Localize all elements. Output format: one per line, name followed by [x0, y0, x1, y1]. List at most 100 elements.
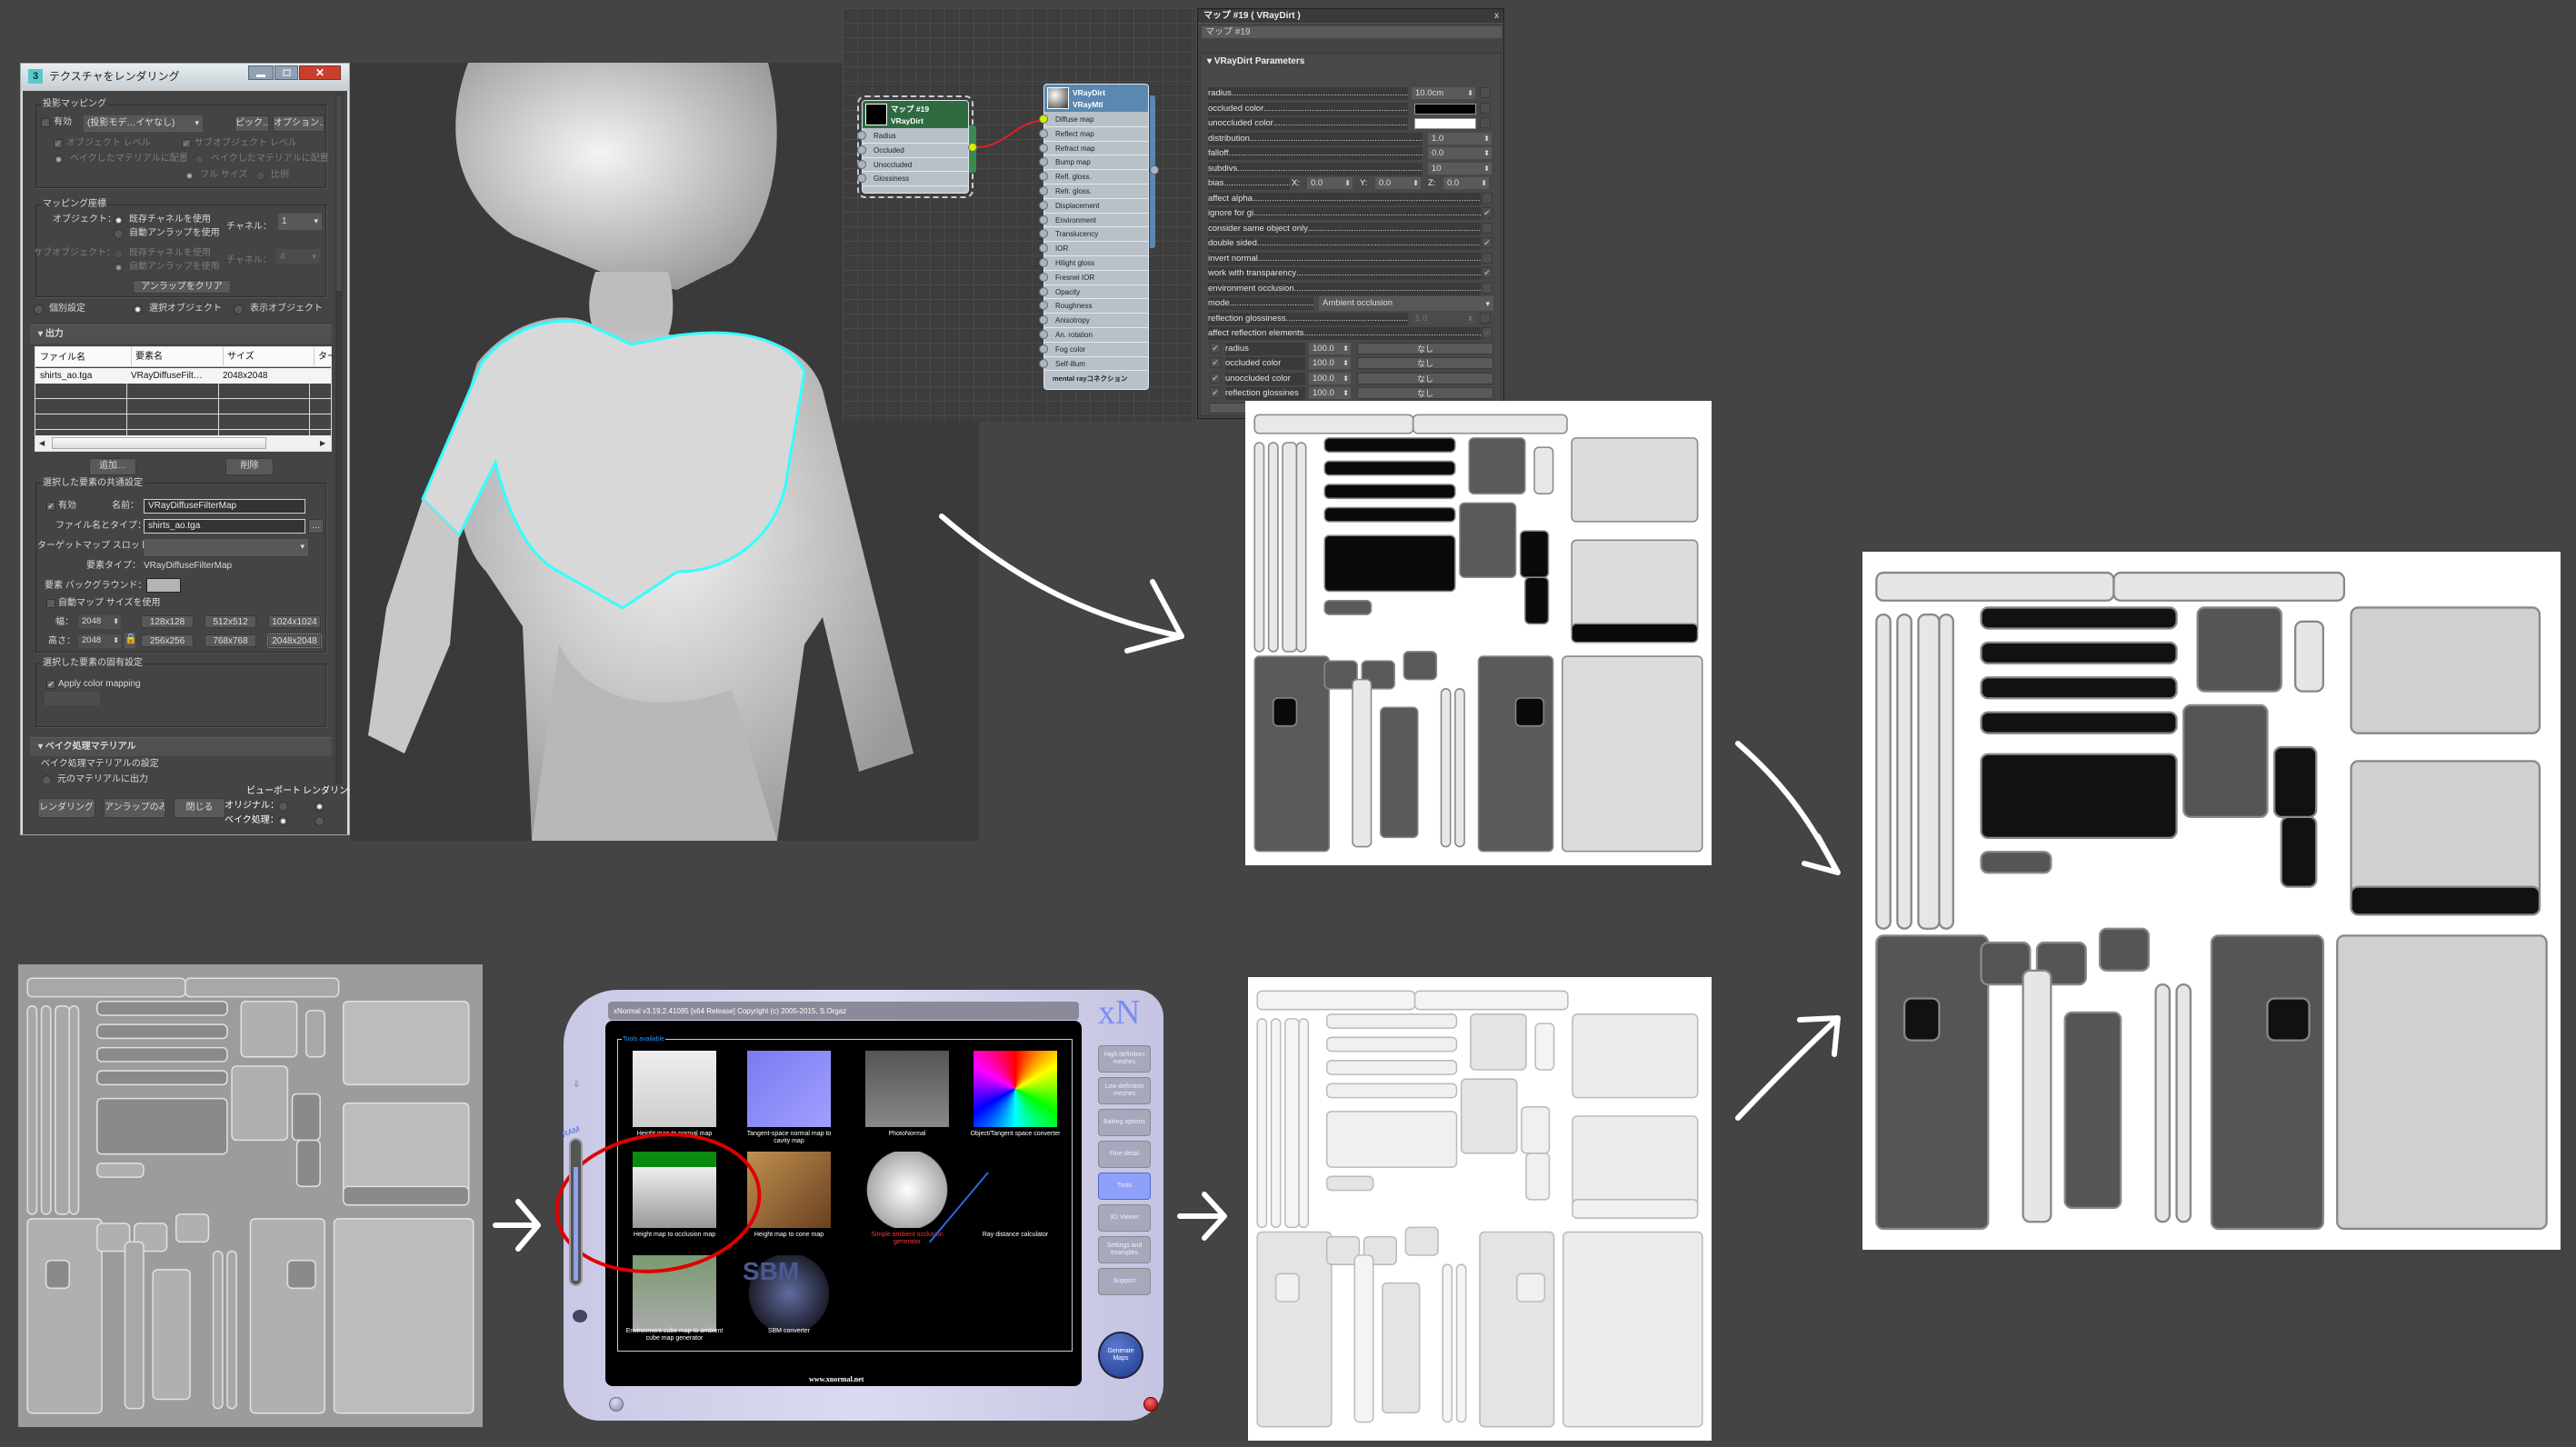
- individual-radio[interactable]: [34, 304, 44, 314]
- minimize-orb-button[interactable]: [609, 1397, 624, 1412]
- node-input-row[interactable]: Refract map: [1044, 142, 1148, 156]
- sub-channel-spinner[interactable]: 4: [276, 249, 320, 264]
- input-socket[interactable]: [857, 145, 866, 155]
- clear-unwrap-button[interactable]: アンラップをクリア: [133, 280, 231, 294]
- node-input-row[interactable]: Bump map: [1044, 155, 1148, 171]
- tool-tile[interactable]: Height map to normal map: [625, 1047, 724, 1143]
- output-rollout-header[interactable]: [30, 324, 332, 344]
- input-socket[interactable]: [1039, 286, 1048, 296]
- object-level-checkbox[interactable]: ✔: [54, 139, 63, 148]
- nav-button-high-definition-meshes[interactable]: High definition meshes: [1098, 1045, 1151, 1073]
- output-socket[interactable]: [968, 143, 977, 152]
- unwrap-only-button[interactable]: アンラップのみ: [104, 798, 165, 818]
- preset-1024-button[interactable]: 1024x1024: [268, 615, 321, 628]
- target-map-slot-dropdown[interactable]: [144, 539, 308, 556]
- apply-color-mapping-checkbox[interactable]: ✔: [46, 680, 55, 689]
- vraydirt-map-node[interactable]: マップ #19 VRayDirt Radius Occluded Unocclude…: [857, 95, 977, 198]
- input-socket[interactable]: [1039, 115, 1048, 124]
- nav-button-tools[interactable]: Tools: [1098, 1173, 1151, 1200]
- minimize-button[interactable]: [248, 65, 274, 80]
- node-input-row[interactable]: Refr. gloss.: [1044, 185, 1148, 199]
- map-slot-button[interactable]: [1480, 117, 1491, 128]
- preset-768-button[interactable]: 768x768: [205, 634, 256, 647]
- render-button[interactable]: レンダリング: [37, 798, 95, 818]
- map-amount-spinner[interactable]: 100.0: [1309, 342, 1351, 354]
- preset-256-button[interactable]: 256x256: [141, 634, 194, 647]
- bias-x-spinner[interactable]: 0.0: [1307, 177, 1353, 189]
- channel-dropdown[interactable]: 1: [278, 214, 322, 230]
- browse-button[interactable]: …: [308, 519, 324, 534]
- baked-viewport-radio[interactable]: [278, 816, 288, 826]
- node-input-row[interactable]: IOR: [1044, 242, 1148, 256]
- generate-maps-button[interactable]: Generate Maps: [1098, 1332, 1143, 1379]
- nav-button-low-definition-meshes[interactable]: Low definition meshes: [1098, 1077, 1151, 1104]
- slate-material-editor-view[interactable]: マップ #19 VRayDirt Radius Occluded Unocclude…: [843, 8, 1194, 422]
- param-spinner[interactable]: 1.0: [1428, 132, 1492, 145]
- param-checkbox[interactable]: [1482, 222, 1493, 234]
- node-input-row[interactable]: Glossiness: [863, 172, 968, 187]
- input-socket[interactable]: [1039, 200, 1048, 210]
- map-slot-button[interactable]: [1480, 312, 1491, 324]
- map-enable-checkbox[interactable]: ✔: [1210, 357, 1221, 368]
- map-slot-button[interactable]: [1480, 87, 1491, 98]
- map-amount-spinner[interactable]: 100.0: [1309, 372, 1351, 384]
- dialog-scrollbar[interactable]: [335, 94, 343, 826]
- node-input-row[interactable]: Self-illum: [1044, 357, 1148, 372]
- panel-close-icon[interactable]: x: [1494, 11, 1499, 22]
- projection-enable-checkbox[interactable]: [41, 118, 50, 127]
- close-button[interactable]: 閉じる: [174, 798, 225, 818]
- node-input-row[interactable]: Reflect map: [1044, 127, 1148, 142]
- proportional-radio[interactable]: [255, 171, 265, 181]
- selected-objects-radio[interactable]: [133, 304, 143, 314]
- nav-button-fine-detail[interactable]: Fine detail: [1098, 1141, 1151, 1168]
- tool-tile[interactable]: Simple ambient occlusion generator: [858, 1148, 956, 1245]
- param-checkbox[interactable]: ✔: [1482, 327, 1493, 338]
- use-existing-channel-radio[interactable]: [114, 215, 124, 225]
- scroll-right-icon[interactable]: ▶: [320, 438, 325, 449]
- map-slot-button[interactable]: なし: [1357, 342, 1493, 354]
- tool-tile[interactable]: Ray distance calculator: [966, 1148, 1064, 1244]
- node-input-row[interactable]: Anisotropy: [1044, 314, 1148, 328]
- filename-field[interactable]: shirts_ao.tga: [144, 519, 305, 534]
- param-checkbox[interactable]: ✔: [1482, 237, 1493, 248]
- tool-tile[interactable]: Tangent-space normal map to cavity map: [740, 1047, 838, 1144]
- input-socket[interactable]: [857, 131, 866, 140]
- node-input-row[interactable]: Radius: [863, 129, 968, 144]
- node-input-row[interactable]: Opacity: [1044, 285, 1148, 300]
- input-socket[interactable]: [1039, 358, 1048, 368]
- map-enable-checkbox[interactable]: ✔: [1210, 342, 1221, 354]
- preset-128-button[interactable]: 128x128: [141, 615, 194, 628]
- node-input-row[interactable]: Displacement: [1044, 199, 1148, 214]
- param-spinner[interactable]: 10: [1428, 162, 1492, 175]
- sub-use-existing-radio[interactable]: [114, 249, 124, 259]
- download-arrow-icon[interactable]: ⇩: [573, 1080, 580, 1090]
- scrollbar-thumb[interactable]: [52, 437, 266, 449]
- input-socket[interactable]: [1039, 143, 1048, 153]
- map-slot-button[interactable]: なし: [1357, 372, 1493, 384]
- column-header-filename[interactable]: ファイル名: [40, 353, 85, 364]
- color-swatch[interactable]: [1414, 103, 1476, 115]
- tool-tile[interactable]: PhotoNormal: [858, 1047, 956, 1143]
- node-input-row[interactable]: Unoccluded: [863, 158, 968, 173]
- visible-objects-radio[interactable]: [234, 304, 244, 314]
- tool-tile[interactable]: Object/Tangent space converter: [966, 1047, 1064, 1143]
- height-spinner[interactable]: 2048: [78, 634, 121, 648]
- sub-use-auto-radio[interactable]: [114, 263, 124, 273]
- output-table[interactable]: ファイル名 要素名 サイズ ター shirts_ao.tga VRayDiffu…: [35, 346, 332, 452]
- close-window-button[interactable]: ✕: [299, 65, 341, 80]
- table-row[interactable]: shirts_ao.tga VRayDiffuseFilt… 2048x2048: [35, 368, 331, 384]
- node-input-row[interactable]: Occluded: [863, 144, 968, 158]
- node-input-row[interactable]: Refl. gloss.: [1044, 170, 1148, 185]
- nav-button-baking-options[interactable]: Baking options: [1098, 1109, 1151, 1136]
- column-header-target[interactable]: ター: [314, 347, 332, 367]
- node-input-row[interactable]: Translucency: [1044, 227, 1148, 243]
- full-size-radio[interactable]: [185, 171, 195, 181]
- lock-icon[interactable]: 🔒: [125, 633, 137, 648]
- node-input-row[interactable]: Diffuse map: [1044, 113, 1148, 127]
- scroll-left-icon[interactable]: ◀: [39, 438, 45, 449]
- vraymtl-node[interactable]: VRayDirt VRayMtl Diffuse map Reflect map R…: [1039, 84, 1149, 390]
- map-enable-checkbox[interactable]: ✔: [1210, 372, 1221, 384]
- add-button[interactable]: 追加…: [89, 458, 136, 475]
- input-socket[interactable]: [1039, 258, 1048, 267]
- column-header-size[interactable]: サイズ: [223, 347, 255, 367]
